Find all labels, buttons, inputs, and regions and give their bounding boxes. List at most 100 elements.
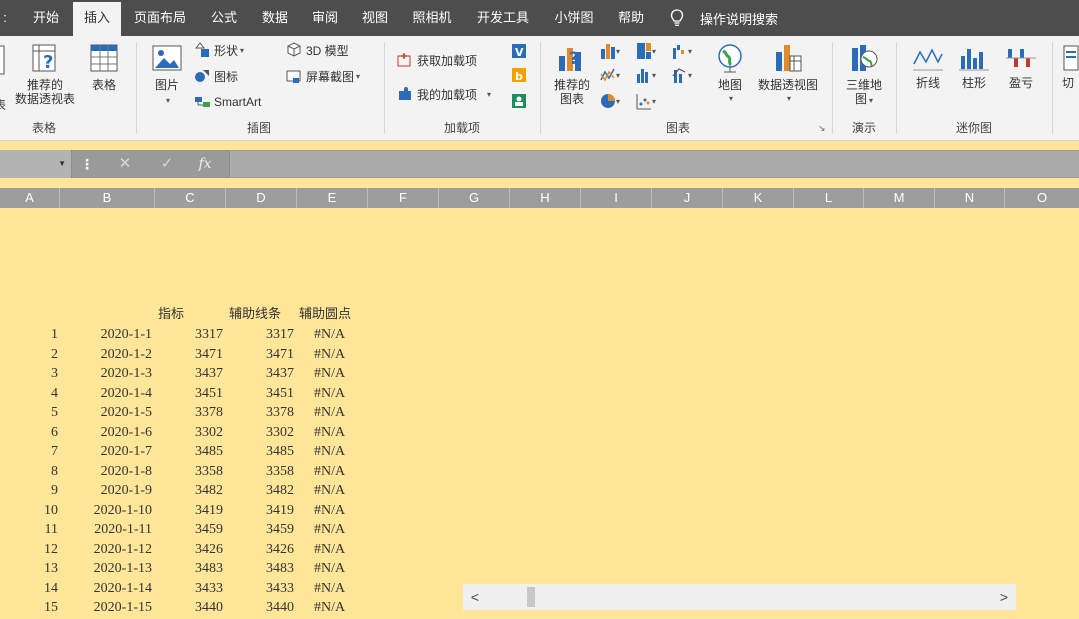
date-cell[interactable]: 2020-1-11 — [60, 520, 152, 539]
date-cell[interactable]: 2020-1-15 — [60, 598, 152, 617]
helper-dot-cell[interactable]: #N/A — [314, 403, 374, 422]
date-cell[interactable]: 2020-1-10 — [60, 501, 152, 520]
smartart-button[interactable]: SmartArt — [194, 92, 261, 112]
sparkline-winloss-button[interactable]: 盈亏 — [1000, 44, 1042, 90]
my-addins-button[interactable]: 我的加载项 ▾ — [396, 84, 491, 104]
waterfall-chart-button[interactable]: ▾ — [672, 42, 694, 62]
column-header-c[interactable]: C — [155, 188, 226, 208]
row-number-cell[interactable]: 13 — [0, 559, 58, 578]
recommended-pivot-button[interactable]: ? 推荐的 数据透视表 — [10, 42, 80, 106]
3d-map-button[interactable]: 三维地 图 ▾ — [840, 42, 888, 108]
tab-insert[interactable]: 插入 — [73, 2, 121, 36]
3d-models-button[interactable]: 3D 模型 — [286, 40, 349, 60]
date-cell[interactable]: 2020-1-7 — [60, 442, 152, 461]
helper-dot-cell[interactable]: #N/A — [314, 364, 374, 383]
column-chart-button[interactable]: ▾ — [600, 42, 622, 62]
column-header-e[interactable]: E — [297, 188, 368, 208]
indicator-cell[interactable]: 3317 — [155, 325, 223, 344]
scroll-left-icon[interactable]: < — [465, 584, 485, 610]
row-number-cell[interactable]: 3 — [0, 364, 58, 383]
chevron-down-icon[interactable]: ▼ — [58, 159, 66, 168]
sparkline-column-button[interactable]: 柱形 — [954, 44, 994, 90]
helper-dot-cell[interactable]: #N/A — [314, 579, 374, 598]
date-cell[interactable]: 2020-1-9 — [60, 481, 152, 500]
tab-camera[interactable]: 照相机 — [404, 0, 460, 36]
indicator-cell[interactable]: 3483 — [155, 559, 223, 578]
icons-button[interactable]: 图标 — [194, 66, 238, 86]
header-cell-indicator[interactable]: 指标 — [158, 305, 184, 324]
helper-line-cell[interactable]: 3302 — [226, 423, 294, 442]
date-cell[interactable]: 2020-1-8 — [60, 462, 152, 481]
pie-chart-button[interactable]: ▾ — [600, 92, 622, 112]
row-number-cell[interactable]: 2 — [0, 345, 58, 364]
row-number-cell[interactable]: 15 — [0, 598, 58, 617]
date-cell[interactable]: 2020-1-5 — [60, 403, 152, 422]
tab-formulas[interactable]: 公式 — [202, 0, 246, 36]
date-cell[interactable]: 2020-1-13 — [60, 559, 152, 578]
indicator-cell[interactable]: 3437 — [155, 364, 223, 383]
indicator-cell[interactable]: 3482 — [155, 481, 223, 500]
date-cell[interactable]: 2020-1-14 — [60, 579, 152, 598]
horizontal-scrollbar[interactable]: < > — [463, 584, 1016, 610]
helper-dot-cell[interactable]: #N/A — [314, 345, 374, 364]
date-cell[interactable]: 2020-1-6 — [60, 423, 152, 442]
helper-dot-cell[interactable]: #N/A — [314, 540, 374, 559]
column-header-a[interactable]: A — [0, 188, 60, 208]
date-cell[interactable]: 2020-1-3 — [60, 364, 152, 383]
tab-page-layout[interactable]: 页面布局 — [126, 0, 194, 36]
helper-line-cell[interactable]: 3437 — [226, 364, 294, 383]
scrollbar-thumb[interactable] — [527, 587, 535, 607]
row-number-cell[interactable]: 14 — [0, 579, 58, 598]
tab-developer[interactable]: 开发工具 — [468, 0, 538, 36]
indicator-cell[interactable]: 3378 — [155, 403, 223, 422]
helper-dot-cell[interactable]: #N/A — [314, 462, 374, 481]
helper-line-cell[interactable]: 3483 — [226, 559, 294, 578]
picture-button[interactable]: 图片 ▾ — [146, 42, 188, 108]
combo-chart-button[interactable]: ▾ — [672, 66, 694, 86]
column-header-d[interactable]: D — [226, 188, 297, 208]
helper-dot-cell[interactable]: #N/A — [314, 442, 374, 461]
shapes-button[interactable]: 形状 ▾ — [194, 40, 244, 60]
pivot-chart-button[interactable]: 数据透视图 ▾ — [752, 42, 824, 106]
helper-dot-cell[interactable]: #N/A — [314, 559, 374, 578]
slicer-button[interactable]: 切 — [1062, 44, 1079, 90]
tab-home[interactable]: 开始 — [24, 0, 68, 36]
row-number-cell[interactable]: 12 — [0, 540, 58, 559]
helper-line-cell[interactable]: 3485 — [226, 442, 294, 461]
tab-file-partial[interactable]: : — [0, 0, 10, 36]
scatter-chart-button[interactable]: ▾ — [636, 92, 658, 112]
column-header-m[interactable]: M — [864, 188, 935, 208]
helper-dot-cell[interactable]: #N/A — [314, 325, 374, 344]
screenshot-button[interactable]: 屏幕截图 ▾ — [286, 66, 360, 86]
helper-dot-cell[interactable]: #N/A — [314, 384, 374, 403]
column-header-b[interactable]: B — [60, 188, 155, 208]
column-header-g[interactable]: G — [439, 188, 510, 208]
scroll-right-icon[interactable]: > — [994, 584, 1014, 610]
date-cell[interactable]: 2020-1-12 — [60, 540, 152, 559]
column-header-j[interactable]: J — [652, 188, 723, 208]
cancel-icon[interactable]: ✕ — [114, 154, 136, 174]
row-number-cell[interactable]: 6 — [0, 423, 58, 442]
table-button[interactable]: 表格 — [84, 42, 124, 92]
column-header-l[interactable]: L — [794, 188, 864, 208]
indicator-cell[interactable]: 3440 — [155, 598, 223, 617]
helper-dot-cell[interactable]: #N/A — [314, 598, 374, 617]
column-header-i[interactable]: I — [581, 188, 652, 208]
indicator-cell[interactable]: 3358 — [155, 462, 223, 481]
helper-line-cell[interactable]: 3378 — [226, 403, 294, 422]
more-options-icon[interactable]: ⋮ — [80, 154, 94, 174]
indicator-cell[interactable]: 3451 — [155, 384, 223, 403]
indicator-cell[interactable]: 3433 — [155, 579, 223, 598]
tab-review[interactable]: 审阅 — [303, 0, 347, 36]
get-addins-button[interactable]: 获取加载项 — [396, 50, 477, 70]
indicator-cell[interactable]: 3459 — [155, 520, 223, 539]
line-chart-button[interactable]: ▾ — [600, 66, 622, 86]
confirm-icon[interactable]: ✓ — [156, 154, 178, 174]
row-number-cell[interactable]: 11 — [0, 520, 58, 539]
sparkline-line-button[interactable]: 折线 — [908, 44, 948, 90]
column-header-h[interactable]: H — [510, 188, 581, 208]
row-number-cell[interactable]: 5 — [0, 403, 58, 422]
helper-line-cell[interactable]: 3358 — [226, 462, 294, 481]
helper-line-cell[interactable]: 3482 — [226, 481, 294, 500]
row-number-cell[interactable]: 1 — [0, 325, 58, 344]
